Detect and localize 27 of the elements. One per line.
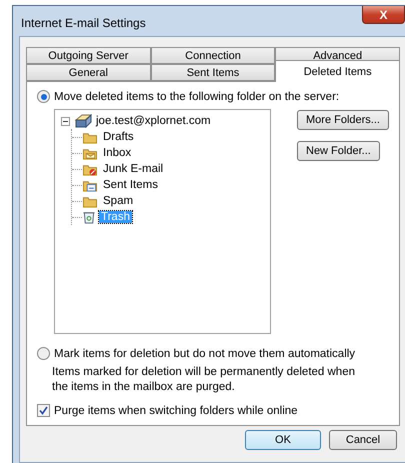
option-label: Mark items for deletion but do not move them automatically: [54, 348, 356, 360]
radio-button[interactable]: [37, 90, 50, 103]
option-label: Purge items when switching folders while online: [54, 404, 298, 416]
window-title: Internet E-mail Settings: [21, 16, 146, 30]
option-label: Move deleted items to the following folder on the server:: [54, 90, 340, 102]
mailbox-icon: [74, 114, 92, 128]
tree-item[interactable]: joe.test@xplornet.com: [96, 115, 211, 127]
tree-item[interactable]: Junk E-mail: [101, 163, 166, 175]
tree-item[interactable]: Sent Items: [101, 179, 160, 191]
cancel-button[interactable]: Cancel: [329, 430, 397, 450]
note-text: Items marked for deletion will be permanently deleted when the items in the mailbox are purged.: [52, 365, 356, 395]
collapse-icon[interactable]: [61, 116, 70, 126]
tree-item[interactable]: Spam: [101, 195, 136, 207]
checkbox[interactable]: [37, 404, 50, 417]
tab[interactable]: Connection: [150, 47, 276, 64]
folder-button[interactable]: New Folder...: [297, 141, 380, 161]
tab[interactable]: Sent Items: [150, 64, 276, 81]
tree-item[interactable]: Inbox: [101, 147, 134, 159]
tree-item[interactable]: Drafts: [101, 131, 136, 143]
folder-button[interactable]: More Folders...: [297, 110, 389, 130]
recycle-bin-icon: [82, 210, 96, 224]
tab[interactable]: Deleted Items: [275, 60, 400, 82]
close-button[interactable]: X: [362, 6, 405, 24]
tab[interactable]: General: [26, 64, 151, 81]
ok-button[interactable]: OK: [245, 430, 321, 450]
tab[interactable]: Outgoing Server: [26, 47, 151, 64]
radio-button[interactable]: [37, 347, 50, 360]
